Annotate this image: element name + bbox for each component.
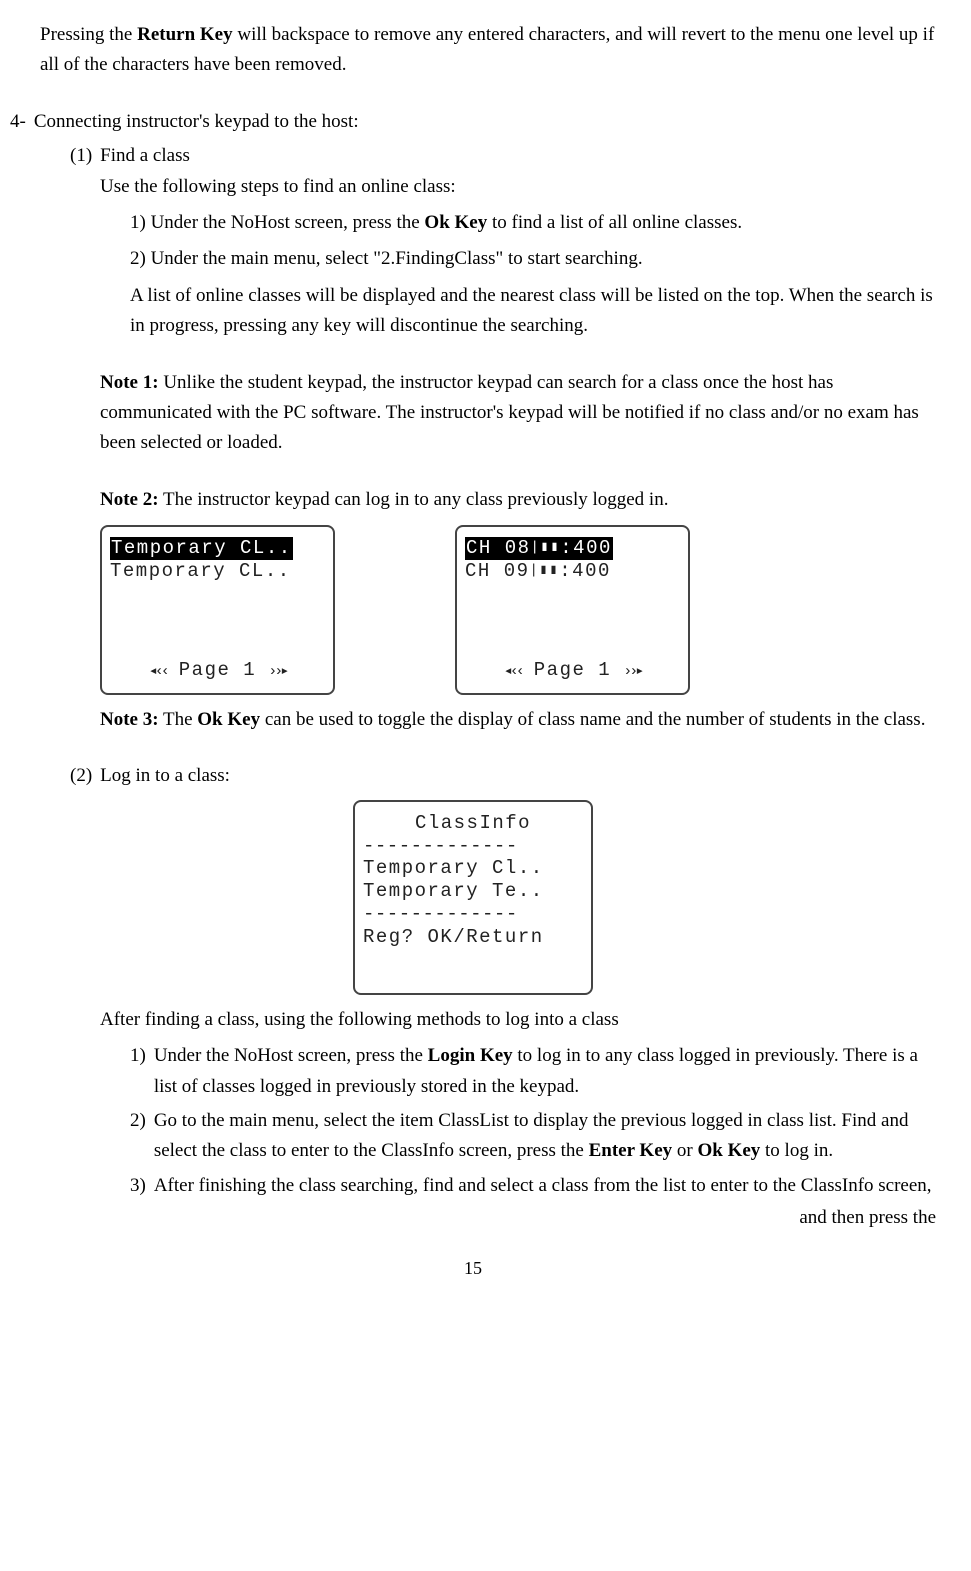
step1-pre: Under the NoHost screen, press the — [154, 1045, 428, 1066]
step2-num: 2) — [130, 1106, 146, 1136]
page-right-arrow-icon — [623, 655, 641, 685]
item-2-step3: 3) After finishing the class searching, … — [130, 1171, 936, 1234]
classinfo-title: ClassInfo — [363, 812, 583, 835]
note-2-label: Note 2: — [100, 489, 159, 510]
login-key-label: Login Key — [428, 1045, 513, 1066]
note-3-label: Note 3: — [100, 709, 159, 730]
signal-bars-icon: |▮▮ — [531, 540, 561, 556]
step3-num: 3) — [130, 1171, 146, 1201]
step2-mid: or — [672, 1140, 697, 1161]
note-3-post: can be used to toggle the display of cla… — [260, 709, 925, 730]
note-1: Note 1: Unlike the student keypad, the i… — [100, 368, 936, 459]
step3-a: After finishing the class searching, fin… — [154, 1175, 932, 1196]
ok-key-label: Ok Key — [197, 709, 260, 730]
item-2-step2: 2) Go to the main menu, select the item … — [130, 1106, 936, 1167]
classinfo-line1: Temporary Cl.. — [363, 857, 583, 880]
dashes-line: ------------- — [363, 835, 583, 858]
enter-key-label: Enter Key — [589, 1140, 673, 1161]
intro-pre: Pressing the — [40, 24, 137, 45]
ch08-label: CH 08 — [466, 537, 531, 559]
note-1-label: Note 1: — [100, 372, 159, 393]
item-1-number: (1) — [70, 141, 92, 171]
item-1-step2: 2) Under the main menu, select "2.Findin… — [130, 244, 936, 274]
classinfo-line2: Temporary Te.. — [363, 880, 583, 903]
ch08-count: :400 — [560, 537, 612, 559]
note-3: Note 3: The Ok Key can be used to toggle… — [100, 705, 936, 735]
ch09-count: :400 — [559, 560, 611, 582]
page-left-arrow-icon — [149, 655, 167, 685]
step3-b: and then press the — [799, 1203, 936, 1233]
item-1-afterlist: A list of online classes will be display… — [130, 281, 936, 342]
screen-left-page: Page 1 — [179, 655, 256, 685]
dashes-line: ------------- — [363, 903, 583, 926]
page-number: 15 — [10, 1254, 936, 1283]
screen-left-line2: Temporary CL.. — [110, 560, 325, 583]
signal-bars-icon: |▮▮ — [530, 562, 560, 578]
step1-num: 1) — [130, 1041, 146, 1071]
item-2-number: (2) — [70, 761, 92, 791]
step1-post: to find a list of all online classes. — [487, 212, 742, 233]
screen-right-page: Page 1 — [534, 655, 611, 685]
note-2-text: The instructor keypad can log in to any … — [159, 489, 669, 510]
ok-key-label: Ok Key — [424, 212, 487, 233]
step1-pre: 1) Under the NoHost screen, press the — [130, 212, 424, 233]
page-right-arrow-icon — [268, 655, 286, 685]
item-1-heading: (1) Find a class — [70, 141, 936, 171]
item-1-title: Find a class — [100, 141, 936, 171]
step2-post: to log in. — [760, 1140, 833, 1161]
device-screen-right: CH 08|▮▮:400 CH 09|▮▮:400 Page 1 — [455, 525, 690, 695]
classinfo-footer: Reg? OK/Return — [363, 926, 583, 949]
ch09-label: CH 09 — [465, 560, 530, 582]
section-title: Connecting instructor's keypad to the ho… — [34, 107, 936, 137]
note-2: Note 2: The instructor keypad can log in… — [100, 485, 936, 515]
device-screen-left: Temporary CL.. Temporary CL.. Page 1 — [100, 525, 335, 695]
item-2-title: Log in to a class: — [100, 761, 936, 791]
item-1-step1: 1) Under the NoHost screen, press the Ok… — [130, 208, 936, 238]
item-2-heading: (2) Log in to a class: — [70, 761, 936, 791]
item-2-lead: After finding a class, using the followi… — [100, 1005, 936, 1035]
note-1-text: Unlike the student keypad, the instructo… — [100, 372, 919, 454]
item-2-step1: 1) Under the NoHost screen, press the Lo… — [130, 1041, 936, 1102]
screen-left-line1-highlight: Temporary CL.. — [110, 537, 293, 560]
section-4-heading: 4- Connecting instructor's keypad to the… — [10, 107, 936, 137]
section-number: 4- — [10, 107, 26, 137]
device-screen-classinfo: ClassInfo ------------- Temporary Cl.. T… — [353, 800, 593, 995]
screen-right-line2: CH 09|▮▮:400 — [465, 560, 680, 583]
return-key-label: Return Key — [137, 24, 233, 45]
page-left-arrow-icon — [504, 655, 522, 685]
device-screen-row: Temporary CL.. Temporary CL.. Page 1 CH … — [100, 525, 936, 695]
note-3-pre: The — [159, 709, 198, 730]
intro-paragraph: Pressing the Return Key will backspace t… — [40, 20, 936, 81]
item-1-lead: Use the following steps to find an onlin… — [100, 172, 936, 202]
screen-right-line1: CH 08|▮▮:400 — [465, 537, 613, 560]
ok-key-label: Ok Key — [697, 1140, 760, 1161]
